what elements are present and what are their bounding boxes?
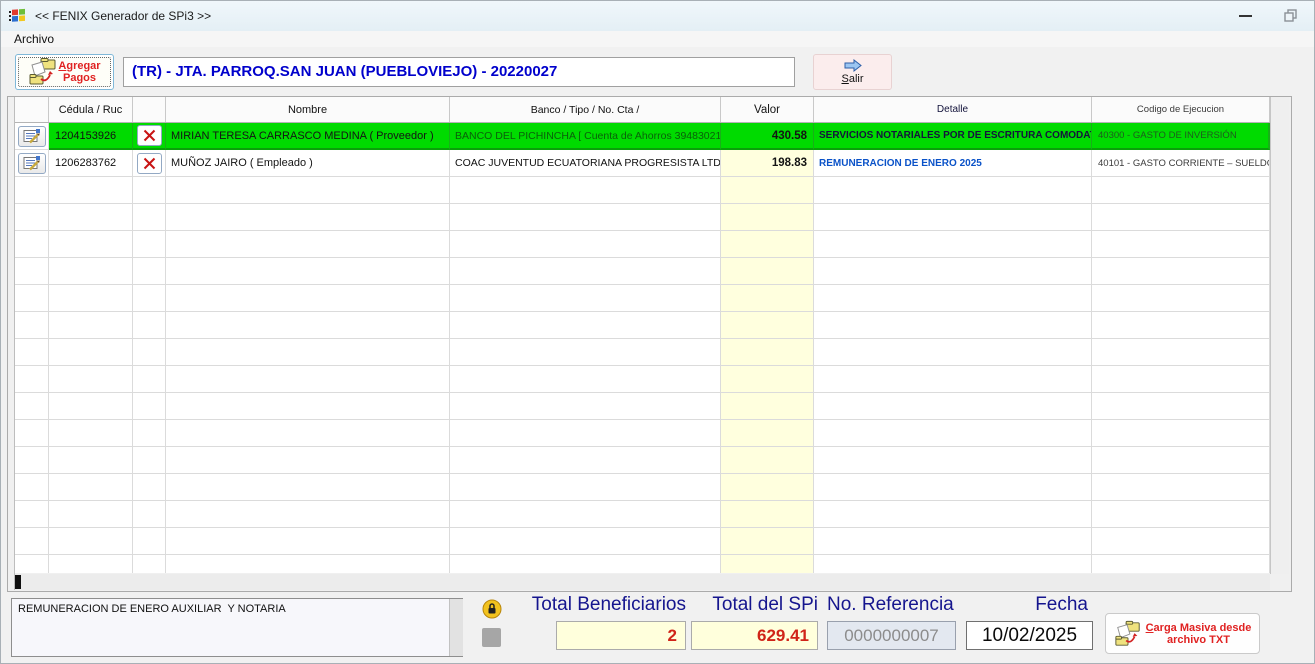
menu-archivo[interactable]: Archivo: [10, 31, 58, 47]
table-row-empty: [15, 501, 1270, 528]
delete-row-button[interactable]: [137, 153, 162, 174]
table-row[interactable]: 1206283762 MUÑOZ JAIRO ( Empleado ) COAC…: [15, 150, 1270, 177]
edit-form-icon: [23, 128, 41, 144]
header-banco: Banco / Tipo / No. Cta /: [450, 97, 721, 122]
table-row-empty: [15, 312, 1270, 339]
agregar-pagos-button[interactable]: Agregar Pagos: [15, 54, 114, 90]
detalle-cell: REMUNERACION DE ENERO 2025: [814, 150, 1092, 177]
total-spi-field: 629.41: [691, 621, 818, 650]
status-square: [482, 628, 501, 647]
header-delete-col: [133, 97, 166, 122]
entity-title-field[interactable]: (TR) - JTA. PARROQ.SAN JUAN (PUEBLOVIEJO…: [123, 57, 795, 87]
horizontal-scrollbar-thumb[interactable]: [15, 575, 21, 589]
minimize-button[interactable]: [1228, 1, 1262, 30]
header-detalle: Detalle: [814, 97, 1092, 122]
table-row-empty: [15, 528, 1270, 555]
grid-header-row: Cédula / Ruc Nombre Banco / Tipo / No. C…: [15, 97, 1270, 123]
lock-icon: [482, 599, 502, 619]
edit-row-button[interactable]: [18, 153, 46, 174]
total-spi-label: Total del SPi: [691, 594, 818, 616]
payments-grid: Cédula / Ruc Nombre Banco / Tipo / No. C…: [7, 96, 1292, 592]
table-row-empty: [15, 285, 1270, 312]
carga-masiva-folders-icon: [1114, 619, 1142, 649]
table-row-empty: [15, 447, 1270, 474]
header-codigo: Codigo de Ejecucion: [1092, 97, 1270, 122]
salir-label: Salir: [841, 73, 863, 85]
memo-scrollbar[interactable]: [449, 599, 463, 656]
table-row-empty: [15, 555, 1270, 573]
nombre-cell: MIRIAN TERESA CARRASCO MEDINA ( Proveedo…: [166, 123, 450, 150]
table-row-empty: [15, 204, 1270, 231]
valor-cell: 430.58: [721, 123, 814, 150]
grid-margin-strip: [8, 97, 15, 590]
total-beneficiarios-label: Total Beneficiarios: [501, 594, 686, 616]
detalle-cell: SERVICIOS NOTARIALES POR DE ESCRITURA CO…: [814, 123, 1092, 150]
salir-arrow-icon: [843, 59, 863, 72]
carga-masiva-label-line2: archivo TXT: [1167, 634, 1230, 646]
edit-form-icon: [23, 155, 41, 171]
banco-cell: COAC JUVENTUD ECUATORIANA PROGRESISTA LT…: [450, 150, 721, 177]
no-referencia-field: 0000000007: [827, 621, 956, 650]
header-nombre: Nombre: [166, 97, 450, 122]
table-row-empty: [15, 393, 1270, 420]
agregar-pagos-label-line1: Agregar: [58, 60, 100, 72]
table-row-empty: [15, 339, 1270, 366]
codigo-cell: 40101 - GASTO CORRIENTE – SUELDOS: [1092, 150, 1270, 177]
total-beneficiarios-field: 2: [556, 621, 686, 650]
footer-panel: REMUNERACION DE ENERO AUXILIAR Y NOTARIA…: [1, 592, 1314, 664]
banco-cell: BANCO DEL PICHINCHA [ Cuenta de Ahorros …: [450, 123, 721, 150]
restore-icon: [1284, 9, 1298, 22]
table-row-empty: [15, 420, 1270, 447]
codigo-cell: 40300 - GASTO DE INVERSIÓN: [1092, 123, 1270, 150]
horizontal-scrollbar[interactable]: [15, 574, 1270, 590]
header-edit-col: [15, 97, 49, 122]
no-referencia-label: No. Referencia: [827, 594, 967, 616]
delete-row-button[interactable]: [137, 125, 162, 146]
table-row-empty: [15, 366, 1270, 393]
carga-masiva-label-line1: Carga Masiva desde: [1146, 622, 1252, 634]
table-row-empty: [15, 177, 1270, 204]
salir-button[interactable]: Salir: [813, 54, 892, 90]
edit-row-button[interactable]: [18, 126, 46, 147]
nombre-cell: MUÑOZ JAIRO ( Empleado ): [166, 150, 450, 177]
valor-cell: 198.83: [721, 150, 814, 177]
agregar-pagos-label-line2: Pagos: [63, 72, 96, 84]
cedula-cell: 1204153926: [49, 123, 133, 150]
vertical-scrollbar[interactable]: [1270, 97, 1289, 574]
app-windows-logo-icon: [9, 8, 27, 24]
red-x-icon: [143, 129, 156, 142]
header-cedula: Cédula / Ruc: [49, 97, 133, 122]
table-row-empty: [15, 474, 1270, 501]
titlebar: << FENIX Generador de SPi3 >>: [1, 1, 1314, 31]
cedula-cell: 1206283762: [49, 150, 133, 177]
table-row[interactable]: 1204153926 MIRIAN TERESA CARRASCO MEDINA…: [15, 123, 1270, 150]
minimize-icon: [1239, 15, 1252, 17]
table-row-empty: [15, 231, 1270, 258]
fecha-label: Fecha: [961, 594, 1088, 616]
carga-masiva-button[interactable]: Carga Masiva desde archivo TXT: [1105, 613, 1260, 654]
app-window: << FENIX Generador de SPi3 >> Archivo Ag…: [0, 0, 1315, 664]
memo-textarea[interactable]: REMUNERACION DE ENERO AUXILIAR Y NOTARIA: [11, 598, 463, 657]
table-row-empty: [15, 258, 1270, 285]
fecha-field[interactable]: 10/02/2025: [966, 621, 1093, 650]
window-title: << FENIX Generador de SPi3 >>: [35, 9, 211, 23]
agregar-pagos-folders-icon: [28, 57, 58, 87]
grid-body: 1204153926 MIRIAN TERESA CARRASCO MEDINA…: [15, 123, 1270, 573]
red-x-icon: [143, 157, 156, 170]
restore-button[interactable]: [1274, 1, 1308, 30]
header-valor: Valor: [721, 97, 814, 122]
menubar: Archivo: [1, 31, 1314, 47]
